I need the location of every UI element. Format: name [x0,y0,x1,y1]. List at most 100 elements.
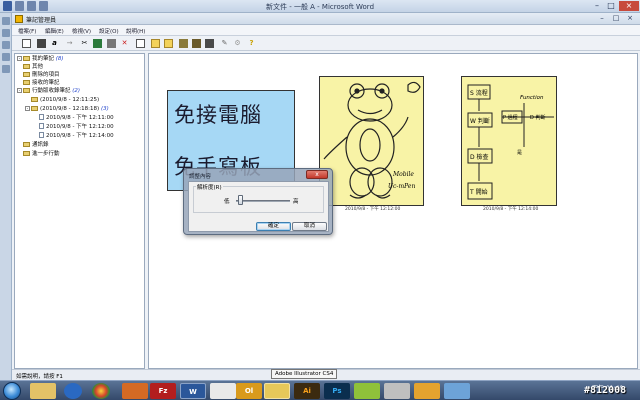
pen-icon[interactable]: ✎ [220,39,229,48]
menu-file[interactable]: 檔案(F) [18,27,36,35]
delete-icon[interactable]: ✕ [120,39,129,48]
word-maximize-button[interactable]: □ [604,1,618,11]
tree-item[interactable]: - (2010/9/8 - 12:18:18) (3) [25,105,109,113]
grid-icon[interactable] [179,39,188,48]
taskbar: Fz W Ol Ai Ps 下午 01:40 [0,380,640,400]
dialog-body: 解析度(R) 低 高 確定 取消 [188,181,329,232]
thumbnail-caption: 2010/9/8 - 下午 12:12:00 [345,207,401,212]
slider-low-label: 低 [224,199,230,205]
tree-item[interactable]: 接收的筆記 [23,79,60,87]
word-side-button[interactable] [2,41,10,49]
word-side-button[interactable] [2,29,10,37]
menu-view[interactable]: 檢視(V) [72,27,91,35]
tree-item[interactable]: - 行動版收錄筆記 (2) [17,87,80,95]
tree-item[interactable]: 刪除的項目 [23,71,60,79]
word-taskbar-icon[interactable]: W [180,383,206,399]
note-thumbnail[interactable]: Mobile Uc-mPen [319,76,424,206]
flow-label: D 判斷 [530,115,546,121]
slider-high-label: 高 [293,199,299,205]
tree-note-item[interactable]: 2010/9/8 - 下午 12:12:00 [39,123,114,131]
cancel-button[interactable]: 取消 [292,222,327,231]
notepad-icon[interactable] [210,383,236,399]
word-side-button[interactable] [2,17,10,25]
folder-icon [31,97,38,102]
folder-icon [31,106,38,111]
chrome-icon[interactable] [92,383,110,399]
menu-help[interactable]: 說明(H) [126,27,145,35]
flow-label: Function [520,95,544,101]
open-folder-icon[interactable] [164,39,173,48]
watermark: #812008 [584,385,627,396]
toolbar: a → ✂ ✕ ✎ ⚙ ? [12,36,640,51]
handwriting-text: Uc-mPen [388,183,416,190]
start-button[interactable] [3,382,21,400]
flag-icon[interactable] [93,39,102,48]
app-minimize-button[interactable]: – [596,14,608,23]
tree-note-item[interactable]: 2010/9/8 - 下午 12:14:00 [39,132,114,140]
explorer-icon[interactable] [30,383,56,399]
flow-step: W 判斷 [470,118,490,125]
menu-settings[interactable]: 設定(O) [99,27,119,35]
app-close-button[interactable]: × [624,14,636,23]
filezilla-icon[interactable]: Fz [150,383,176,399]
word-title-bar: 新文件 - 一般 A - Microsoft Word – □ × [0,0,640,13]
app-icon[interactable] [444,383,470,399]
format-icon[interactable] [37,39,46,48]
thumbnail-caption: 2010/9/8 - 下午 12:14:00 [483,207,539,212]
word-side-button[interactable] [2,65,10,73]
taskbar-tooltip: Adobe Illustrator CS4 [271,369,338,379]
list-view-icon[interactable] [205,39,214,48]
menu-bar: 檔案(F) 編輯(E) 檢視(V) 設定(O) 說明(H) [12,25,640,36]
outlook-icon[interactable]: Ol [236,383,262,399]
word-close-button[interactable]: × [619,1,639,11]
tree-item[interactable]: 通訊錄 [23,141,49,149]
new-note-icon[interactable] [22,39,31,48]
dialog-close-button[interactable]: x [306,170,328,179]
tree-item[interactable]: 進一步行動 [23,150,60,158]
settings-icon[interactable]: ⚙ [233,39,242,48]
folder-icon [23,64,30,69]
word-minimize-button[interactable]: – [590,1,604,11]
folder-icon [23,151,30,156]
folder-icon[interactable] [151,39,160,48]
tree-note-item[interactable]: 2010/9/8 - 下午 12:11:00 [39,114,114,122]
app-title-bar: 筆記管理員 – □ × [12,13,640,25]
italic-a-icon[interactable]: a [50,39,59,48]
note-manager-taskbar-icon[interactable] [264,383,290,399]
folder-app-icon[interactable] [354,383,380,399]
collapse-icon[interactable]: - [25,106,30,111]
app-maximize-button[interactable]: □ [610,14,622,23]
menu-edit[interactable]: 編輯(E) [45,27,64,35]
collapse-icon[interactable]: - [17,56,22,61]
resolution-slider-track[interactable] [236,200,290,202]
help-icon[interactable]: ? [247,39,256,48]
flow-step: D 檢查 [470,154,489,161]
tree-item[interactable]: (2010/9/8 - 12:11:25) [31,96,99,104]
flow-step: T 開始 [470,189,488,196]
note-thumbnail[interactable]: S 流程 W 判斷 D 檢查 T 開始 Function P 過程 D 判斷 是 [461,76,557,206]
ie-icon[interactable] [64,383,82,399]
collapse-icon[interactable]: - [17,88,22,93]
folder-tree: - 我的筆記 (8) 其他 刪除的項目 接收的筆記 - 行動版收錄筆記 (2) (2… [14,53,145,369]
word-side-button[interactable] [2,53,10,61]
tree-root[interactable]: - 我的筆記 (8) [17,55,64,63]
status-text: 如需說明，請按 F1 [16,374,63,380]
folder-icon [23,80,30,85]
note-icon [39,123,44,129]
folder-icon [23,142,30,147]
paint-icon[interactable] [384,383,410,399]
cut-icon[interactable]: ✂ [80,39,89,48]
ok-button[interactable]: 確定 [256,222,291,231]
flow-label: 是 [517,150,523,156]
frame-icon[interactable] [136,39,145,48]
tree-item[interactable]: 其他 [23,63,43,71]
copy-icon[interactable] [107,39,116,48]
arrow-icon[interactable]: → [65,39,74,48]
media-icon[interactable] [414,383,440,399]
word-window-title: 新文件 - 一般 A - Microsoft Word [265,3,375,11]
resolution-slider-thumb[interactable] [238,195,244,205]
thumbnail-view-icon[interactable] [192,39,201,48]
photoshop-icon[interactable]: Ps [324,383,350,399]
illustrator-icon[interactable]: Ai [294,383,320,399]
firefox-icon[interactable] [122,383,148,399]
